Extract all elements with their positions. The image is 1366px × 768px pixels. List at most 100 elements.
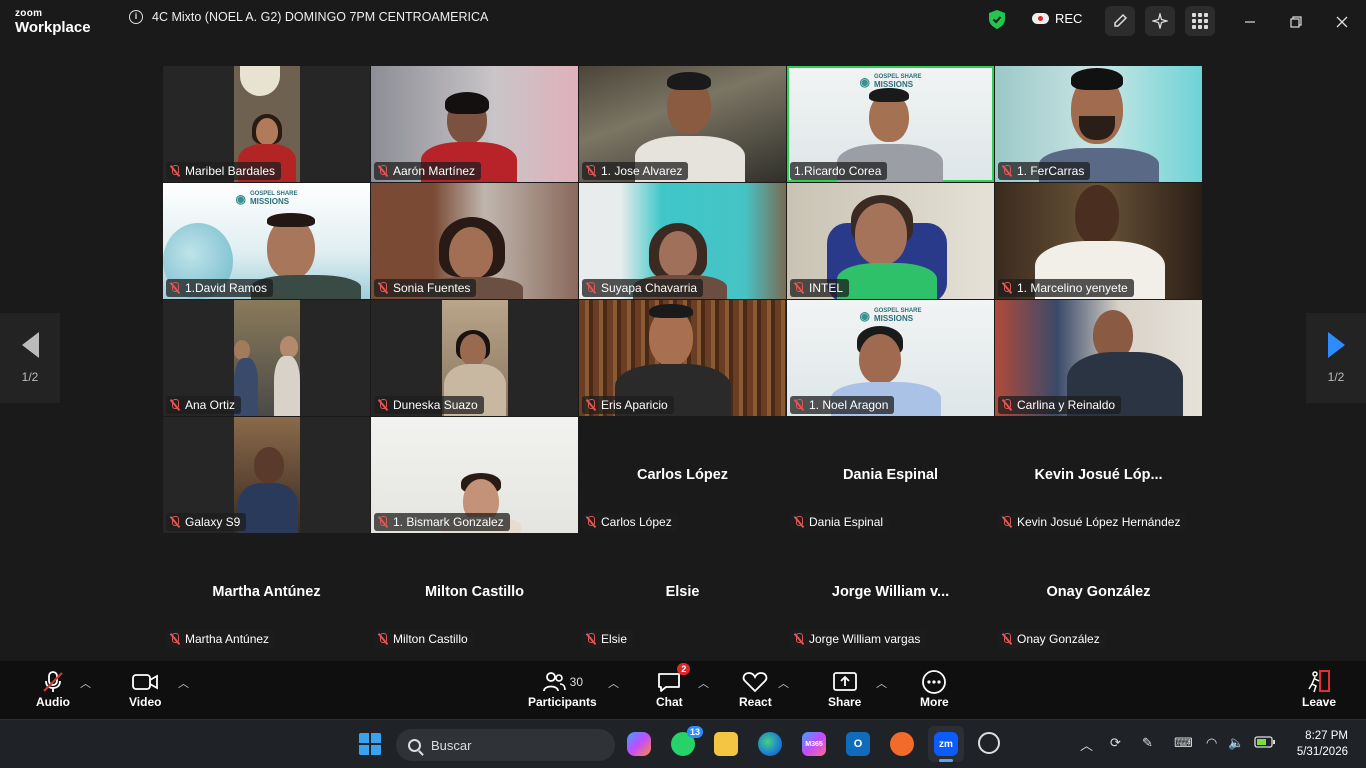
participant-name: INTEL — [809, 281, 844, 295]
mic-muted-icon — [170, 516, 180, 528]
react-label: React — [739, 695, 772, 709]
participant-name: Elsie — [601, 632, 628, 646]
windows-start-icon[interactable] — [358, 732, 382, 756]
video-tile[interactable]: Carlina y Reinaldo — [995, 300, 1202, 416]
video-tile[interactable]: Maribel Bardales — [163, 66, 370, 182]
more-button[interactable]: More — [920, 669, 949, 709]
participant-display-name: Kevin Josué Lóp... — [1034, 467, 1163, 483]
video-tile[interactable]: Suyapa Chavarria — [579, 183, 786, 299]
video-tile[interactable]: ◉ GOSPEL SHARE MISSIONS 1. Noel Aragon — [787, 300, 994, 416]
chat-options-caret[interactable]: ︿ — [698, 675, 709, 691]
ai-companion-button[interactable] — [1145, 6, 1175, 36]
participant-name-tile[interactable]: Dania Espinal Dania Espinal — [787, 417, 994, 533]
sparkle-icon — [1152, 13, 1168, 29]
share-options-caret[interactable]: ︿ — [876, 675, 887, 691]
brand-bottom: Workplace — [15, 19, 91, 36]
video-tile[interactable]: ◉ GOSPEL SHARE MISSIONS 1.Ricardo Corea — [787, 66, 994, 182]
copilot-icon[interactable] — [627, 732, 651, 756]
leave-button[interactable]: Leave — [1302, 669, 1336, 709]
outlook-icon[interactable]: O — [846, 732, 870, 756]
taskbar-search[interactable]: Buscar — [396, 729, 615, 761]
mic-muted-icon — [794, 516, 804, 528]
rec-label: REC — [1055, 11, 1083, 26]
video-tile[interactable]: Aarón Martínez — [371, 66, 578, 182]
battery-icon[interactable] — [1254, 735, 1276, 752]
participants-button[interactable]: 30 Participants — [528, 669, 597, 709]
pen-icon[interactable]: ✎ — [1142, 735, 1153, 751]
participant-name-tile[interactable]: Milton Castillo Milton Castillo — [371, 534, 578, 650]
security-shield-icon[interactable] — [989, 10, 1005, 29]
audio-options-caret[interactable]: ︿ — [80, 675, 91, 691]
participant-name-tile[interactable]: Carlos López Carlos López — [579, 417, 786, 533]
participant-name: Carlos López — [601, 515, 672, 529]
sync-icon[interactable]: ⟳ — [1110, 735, 1121, 751]
keyboard-icon[interactable]: ⌨ — [1174, 735, 1193, 751]
participant-name-tag: Galaxy S9 — [166, 513, 247, 531]
participant-display-name: Elsie — [665, 584, 700, 600]
participant-name: Galaxy S9 — [185, 515, 241, 529]
chat-unread-badge: 2 — [677, 663, 691, 675]
record-button[interactable]: REC — [1032, 11, 1082, 26]
zoom-taskbar-button[interactable]: zm — [928, 726, 964, 762]
video-tile[interactable]: INTEL — [787, 183, 994, 299]
volume-icon[interactable]: 🔈 — [1228, 735, 1244, 751]
react-button[interactable]: React — [739, 669, 772, 709]
obs-icon[interactable] — [978, 732, 1000, 754]
video-tile[interactable]: Duneska Suazo — [371, 300, 578, 416]
system-clock[interactable]: 8:27 PM 5/31/2026 — [1290, 728, 1348, 760]
chat-button[interactable]: 2 Chat — [656, 663, 691, 709]
participant-name-tile[interactable]: Kevin Josué Lóp... Kevin Josué López Her… — [995, 417, 1202, 533]
share-button[interactable]: Share — [828, 669, 861, 709]
video-tile[interactable]: Sonia Fuentes — [371, 183, 578, 299]
close-button[interactable] — [1330, 10, 1354, 34]
video-options-caret[interactable]: ︿ — [178, 675, 189, 691]
participant-name-tile[interactable]: Jorge William v... Jorge William vargas — [787, 534, 994, 650]
mic-muted-icon — [170, 165, 180, 177]
video-tile[interactable]: 1. Marcelino yenyete — [995, 183, 1202, 299]
minimize-button[interactable] — [1238, 10, 1262, 34]
participant-name-tile[interactable]: Elsie Elsie — [579, 534, 786, 650]
participants-count: 30 — [569, 675, 584, 689]
wifi-icon[interactable]: ◠ — [1206, 735, 1217, 751]
apps-button[interactable] — [1185, 6, 1215, 36]
video-tile[interactable]: 1. Bismark Gonzalez — [371, 417, 578, 533]
participant-display-name: Dania Espinal — [842, 467, 939, 483]
whatsapp-icon[interactable]: 13 — [671, 726, 703, 756]
file-explorer-icon[interactable] — [714, 732, 738, 756]
participant-name: 1. FerCarras — [1017, 164, 1085, 178]
mic-muted-icon — [794, 399, 804, 411]
video-tile[interactable]: 1. Jose Alvarez — [579, 66, 786, 182]
participant-name-tag: 1. Jose Alvarez — [582, 162, 689, 180]
react-options-caret[interactable]: ︿ — [778, 675, 789, 691]
mic-muted-icon — [586, 282, 596, 294]
video-tile[interactable]: Ana Ortiz — [163, 300, 370, 416]
meeting-title: 4C Mixto (NOEL A. G2) DOMINGO 7PM CENTRO… — [152, 10, 489, 24]
participants-options-caret[interactable]: ︿ — [608, 675, 619, 691]
participant-name-tag: 1.David Ramos — [166, 279, 274, 297]
tray-overflow-chevron[interactable]: ︿ — [1080, 735, 1093, 754]
mic-muted-icon — [378, 633, 388, 645]
mic-muted-icon — [378, 282, 388, 294]
edge-browser-icon[interactable] — [758, 732, 782, 756]
participant-name-tag: INTEL — [790, 279, 850, 297]
mic-muted-icon — [1002, 399, 1012, 411]
participant-name-tile[interactable]: Martha Antúnez Martha Antúnez — [163, 534, 370, 650]
video-button[interactable]: Video — [129, 669, 161, 709]
video-tile[interactable]: Eris Aparicio — [579, 300, 786, 416]
video-tile[interactable]: ◉ GOSPEL SHARE MISSIONS 1.David Ramos — [163, 183, 370, 299]
annotate-button[interactable] — [1105, 6, 1135, 36]
restore-button[interactable] — [1284, 10, 1308, 34]
crunchyroll-icon[interactable] — [890, 732, 914, 756]
video-tile[interactable]: 1. FerCarras — [995, 66, 1202, 182]
participant-name-tile[interactable]: Onay González Onay González — [995, 534, 1202, 650]
participant-display-name: Onay González — [1046, 584, 1151, 600]
video-tile[interactable]: Galaxy S9 — [163, 417, 370, 533]
next-page-button[interactable]: 1/2 — [1306, 313, 1366, 403]
cloud-record-icon — [1032, 13, 1049, 24]
prev-page-button[interactable]: 1/2 — [0, 313, 60, 403]
participant-name: Ana Ortiz — [185, 398, 236, 412]
audio-button[interactable]: Audio — [36, 669, 70, 709]
m365-icon[interactable]: M365 — [802, 732, 826, 756]
info-icon[interactable]: i — [129, 10, 143, 24]
participant-name: Suyapa Chavarria — [601, 281, 698, 295]
